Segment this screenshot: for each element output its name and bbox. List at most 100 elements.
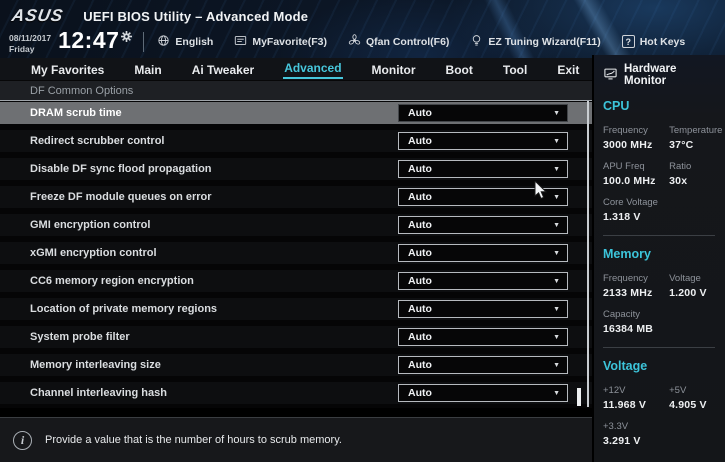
- mouse-cursor: [534, 179, 550, 207]
- setting-dropdown[interactable]: Auto: [398, 356, 568, 374]
- chevron-down-icon: [553, 110, 560, 117]
- toolbar-item-qfan[interactable]: Qfan Control(F6): [348, 33, 449, 50]
- hw-metric: APU Freq 100.0 MHz: [603, 161, 669, 187]
- dropdown-value: Auto: [408, 219, 432, 231]
- setting-label: Memory interleaving size: [30, 359, 161, 371]
- hw-metric: +3.3V 3.291 V: [603, 421, 669, 447]
- hw-metric: Temperature 37°C: [669, 125, 723, 151]
- metric-label: Frequency: [603, 125, 648, 136]
- setting-dropdown[interactable]: Auto: [398, 300, 568, 318]
- setting-label: Freeze DF module queues on error: [30, 191, 212, 203]
- section-title-voltage: Voltage: [603, 359, 648, 373]
- footer-hint: Provide a value that is the number of ho…: [45, 434, 342, 446]
- setting-row[interactable]: System probe filter Auto: [0, 326, 592, 348]
- monitor-icon: [603, 67, 618, 84]
- metric-value: 16384 MB: [603, 323, 654, 335]
- hw-metric: +12V 11.968 V: [603, 385, 669, 411]
- metric-value: 3.291 V: [603, 435, 641, 447]
- toolbar-item-myfavorite[interactable]: MyFavorite(F3): [234, 34, 327, 50]
- menu-tab[interactable]: Boot: [445, 61, 474, 79]
- date-label: 08/11/2017 Friday: [9, 28, 51, 55]
- setting-row[interactable]: GMI encryption control Auto: [0, 214, 592, 236]
- hw-metric: Ratio 30x: [669, 161, 719, 187]
- setting-dropdown[interactable]: Auto: [398, 104, 568, 122]
- setting-row[interactable]: Freeze DF module queues on error Auto: [0, 186, 592, 208]
- fan-icon: [348, 33, 361, 50]
- datetime-block: 08/11/2017 Friday 12:47: [0, 28, 133, 55]
- asus-logo: ASUS: [10, 6, 65, 25]
- menu-tab[interactable]: Main: [133, 61, 162, 79]
- metric-value: 4.905 V: [669, 399, 707, 411]
- dropdown-value: Auto: [408, 303, 432, 315]
- setting-row[interactable]: Location of private memory regions Auto: [0, 298, 592, 320]
- setting-dropdown[interactable]: Auto: [398, 328, 568, 346]
- dropdown-value: Auto: [408, 107, 432, 119]
- gear-icon[interactable]: [121, 29, 133, 47]
- section-title-cpu: CPU: [603, 99, 630, 113]
- globe-icon: [157, 34, 170, 50]
- setting-row[interactable]: Disable DF sync flood propagation Auto: [0, 158, 592, 180]
- toolbar-item-language[interactable]: English: [157, 34, 213, 50]
- menu-tab[interactable]: Tool: [502, 61, 528, 79]
- memory-metrics: Frequency 2133 MHz Voltage 1.200 V Capac…: [603, 273, 719, 335]
- setting-label: CC6 memory region encryption: [30, 275, 194, 287]
- question-icon: [621, 35, 635, 48]
- metric-value: 1.200 V: [669, 287, 707, 299]
- hardware-monitor-header: Hardware Monitor: [603, 63, 719, 87]
- chevron-down-icon: [553, 166, 560, 173]
- day-value: Friday: [9, 44, 35, 54]
- chevron-down-icon: [553, 362, 560, 369]
- dropdown-value: Auto: [408, 275, 432, 287]
- setting-dropdown[interactable]: Auto: [398, 132, 568, 150]
- bios-screen: ASUS UEFI BIOS Utility – Advanced Mode 0…: [0, 0, 725, 462]
- toolbar-item-label: English: [175, 35, 214, 48]
- setting-row[interactable]: Memory interleaving size Auto: [0, 354, 592, 376]
- metric-value: 2133 MHz: [603, 287, 653, 299]
- setting-row[interactable]: Redirect scrubber control Auto: [0, 130, 592, 152]
- page-title: UEFI BIOS Utility – Advanced Mode: [83, 8, 309, 24]
- myfavorite-icon: [234, 34, 247, 50]
- setting-label: System probe filter: [30, 331, 130, 343]
- time-block[interactable]: 12:47: [58, 28, 133, 52]
- hw-metric: Core Voltage 1.318 V: [603, 197, 669, 223]
- menu-tabs: My Favorites Main Ai Tweaker Advanced Mo…: [0, 58, 592, 80]
- scrollbar-thumb[interactable]: [577, 388, 581, 406]
- hw-metric: Frequency 2133 MHz: [603, 273, 669, 299]
- dropdown-value: Auto: [408, 359, 432, 371]
- chevron-down-icon: [553, 278, 560, 285]
- date-value: 08/11/2017: [9, 32, 52, 43]
- setting-label: xGMI encryption control: [30, 247, 157, 259]
- chevron-down-icon: [553, 194, 560, 201]
- menu-tab[interactable]: Exit: [556, 61, 580, 79]
- setting-label: GMI encryption control: [30, 219, 151, 231]
- breadcrumb-bar: DF Common Options: [0, 80, 592, 100]
- setting-label: Disable DF sync flood propagation: [30, 163, 212, 175]
- menu-tab[interactable]: Advanced: [283, 59, 343, 79]
- setting-dropdown[interactable]: Auto: [398, 384, 568, 402]
- metric-value: 11.968 V: [603, 399, 647, 411]
- metric-value: 1.318 V: [603, 211, 641, 223]
- setting-row[interactable]: CC6 memory region encryption Auto: [0, 270, 592, 292]
- metric-label: Temperature: [669, 125, 723, 136]
- toolbar-item-hotkeys[interactable]: Hot Keys: [621, 35, 685, 48]
- menu-tab[interactable]: Ai Tweaker: [191, 61, 255, 79]
- chevron-down-icon: [553, 390, 560, 397]
- setting-dropdown[interactable]: Auto: [398, 216, 568, 234]
- scrollbar-track[interactable]: [587, 101, 589, 407]
- setting-dropdown[interactable]: Auto: [398, 160, 568, 178]
- menu-tab[interactable]: Monitor: [371, 61, 417, 79]
- hw-metric: Frequency 3000 MHz: [603, 125, 669, 151]
- setting-label: DRAM scrub time: [30, 107, 122, 119]
- dropdown-value: Auto: [408, 191, 432, 203]
- setting-row[interactable]: DRAM scrub time Auto: [0, 102, 592, 124]
- setting-row[interactable]: xGMI encryption control Auto: [0, 242, 592, 264]
- setting-dropdown[interactable]: Auto: [398, 244, 568, 262]
- settings-list: DRAM scrub time Auto Redirect scrubber c…: [0, 100, 592, 408]
- chevron-down-icon: [553, 250, 560, 257]
- menu-tab[interactable]: My Favorites: [30, 61, 105, 79]
- toolbar-item-ez-tuning[interactable]: EZ Tuning Wizard(F11): [470, 34, 601, 50]
- hardware-monitor-panel: Hardware Monitor CPU Frequency 3000 MHz …: [592, 55, 725, 462]
- setting-dropdown[interactable]: Auto: [398, 272, 568, 290]
- setting-row[interactable]: Channel interleaving hash Auto: [0, 382, 592, 404]
- metric-label: Ratio: [669, 161, 692, 172]
